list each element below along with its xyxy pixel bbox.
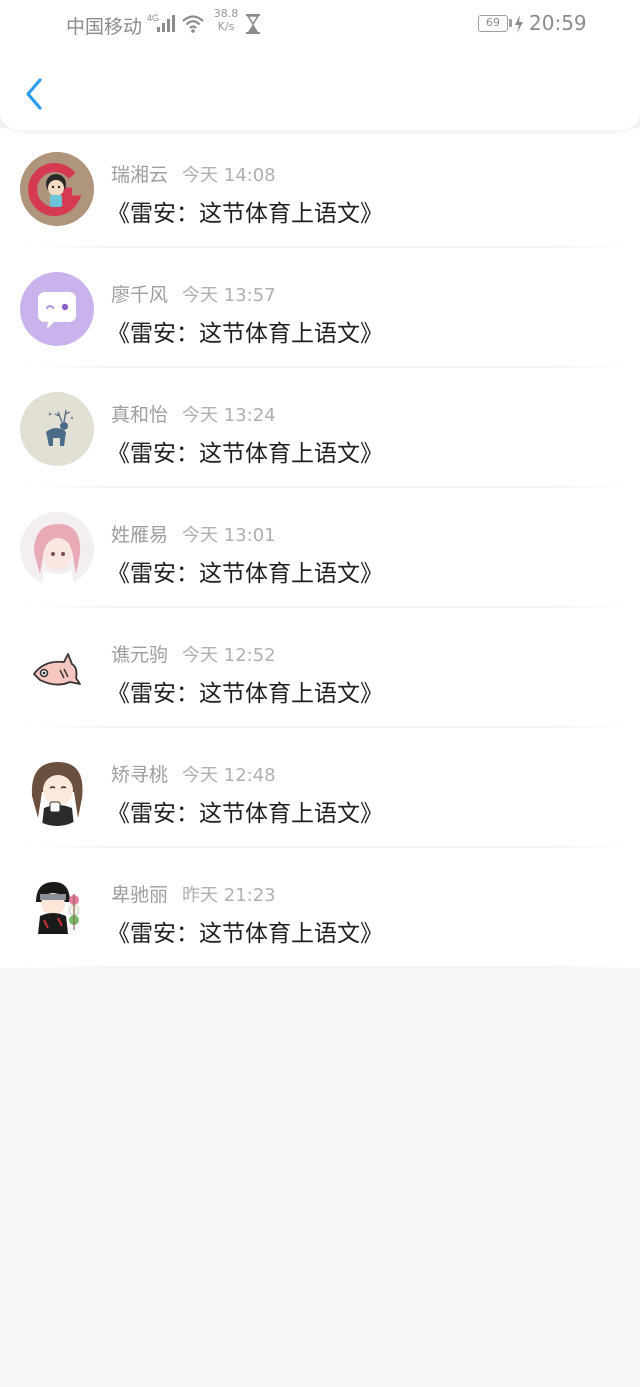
message-text: 《雷安：这节体育上语文》: [107, 801, 383, 827]
message-text: 《雷安：这节体育上语文》: [107, 441, 383, 467]
avatar[interactable]: [20, 752, 94, 826]
hourglass-icon: [246, 14, 260, 34]
avatar[interactable]: [20, 392, 94, 466]
avatar-image: [20, 632, 94, 706]
message-row[interactable]: 卑驰丽 昨天 21:23 《雷安：这节体育上语文》: [0, 848, 640, 968]
battery-tip: [509, 19, 512, 27]
avatar-image: [20, 752, 94, 826]
avatar[interactable]: [20, 152, 94, 226]
message-time: 今天 12:48: [182, 765, 276, 786]
sender-name: 谯元驹: [111, 644, 169, 666]
row-divider: [20, 966, 640, 968]
net-speed: 38.8 K/s: [211, 7, 241, 33]
network-type-label: 4G: [147, 13, 159, 23]
sender-name: 矫寻桃: [111, 764, 169, 786]
message-row[interactable]: 谯元驹 今天 12:52 《雷安：这节体育上语文》: [0, 608, 640, 728]
status-time: 20:59: [529, 11, 587, 35]
message-text: 《雷安：这节体育上语文》: [107, 201, 383, 227]
avatar[interactable]: [20, 632, 94, 706]
sender-name: 真和怡: [111, 404, 169, 426]
sender-name: 姓雁易: [111, 524, 169, 546]
avatar-image: [20, 512, 94, 586]
message-meta: 矫寻桃 今天 12:48: [111, 760, 276, 787]
message-meta: 姓雁易 今天 13:01: [111, 520, 276, 547]
message-row[interactable]: 矫寻桃 今天 12:48 《雷安：这节体育上语文》: [0, 728, 640, 848]
message-text: 《雷安：这节体育上语文》: [107, 321, 383, 347]
avatar[interactable]: [20, 872, 94, 946]
message-text: 《雷安：这节体育上语文》: [107, 921, 383, 947]
avatar-image: [20, 152, 94, 226]
message-time: 今天 14:08: [182, 165, 276, 186]
sender-name: 廖千风: [111, 284, 169, 306]
message-row[interactable]: 真和怡 今天 13:24 《雷安：这节体育上语文》: [0, 368, 640, 488]
avatar-image: [20, 272, 94, 346]
message-meta: 卑驰丽 昨天 21:23: [111, 880, 276, 907]
carrier-label: 中国移动: [66, 16, 143, 38]
message-row[interactable]: 瑞湘云 今天 14:08 《雷安：这节体育上语文》: [0, 128, 640, 248]
message-time: 昨天 21:23: [182, 885, 276, 906]
message-time: 今天 13:57: [182, 285, 276, 306]
sender-name: 卑驰丽: [111, 884, 169, 906]
message-text: 《雷安：这节体育上语文》: [107, 681, 383, 707]
message-time: 今天 13:24: [182, 405, 276, 426]
message-meta: 真和怡 今天 13:24: [111, 400, 276, 427]
wifi-icon: [182, 15, 204, 33]
message-meta: 谯元驹 今天 12:52: [111, 640, 276, 667]
chevron-left-icon: [26, 78, 42, 110]
message-text: 《雷安：这节体育上语文》: [107, 561, 383, 587]
avatar[interactable]: [20, 512, 94, 586]
top-header: 中国移动 4G 38.8 K/s 69 20:59: [0, 0, 640, 130]
message-time: 今天 13:01: [182, 525, 276, 546]
back-button[interactable]: [18, 72, 54, 116]
avatar-image: [20, 872, 94, 946]
avatar[interactable]: [20, 272, 94, 346]
battery-icon: 69: [478, 15, 508, 32]
message-row[interactable]: 廖千风 今天 13:57 《雷安：这节体育上语文》: [0, 248, 640, 368]
sender-name: 瑞湘云: [111, 164, 169, 186]
message-meta: 瑞湘云 今天 14:08: [111, 160, 276, 187]
net-speed-value: 38.8: [213, 7, 239, 20]
message-row[interactable]: 姓雁易 今天 13:01 《雷安：这节体育上语文》: [0, 488, 640, 608]
signal-icon: 4G: [147, 13, 175, 32]
message-time: 今天 12:52: [182, 645, 276, 666]
charging-icon: [515, 15, 523, 33]
message-meta: 廖千风 今天 13:57: [111, 280, 276, 307]
message-list: 瑞湘云 今天 14:08 《雷安：这节体育上语文》 廖千风 今天 13:57 《雷安…: [0, 128, 640, 968]
avatar-image: [20, 392, 94, 466]
status-bar: 中国移动 4G 38.8 K/s 69 20:59: [0, 0, 640, 48]
net-speed-unit: K/s: [217, 20, 235, 33]
